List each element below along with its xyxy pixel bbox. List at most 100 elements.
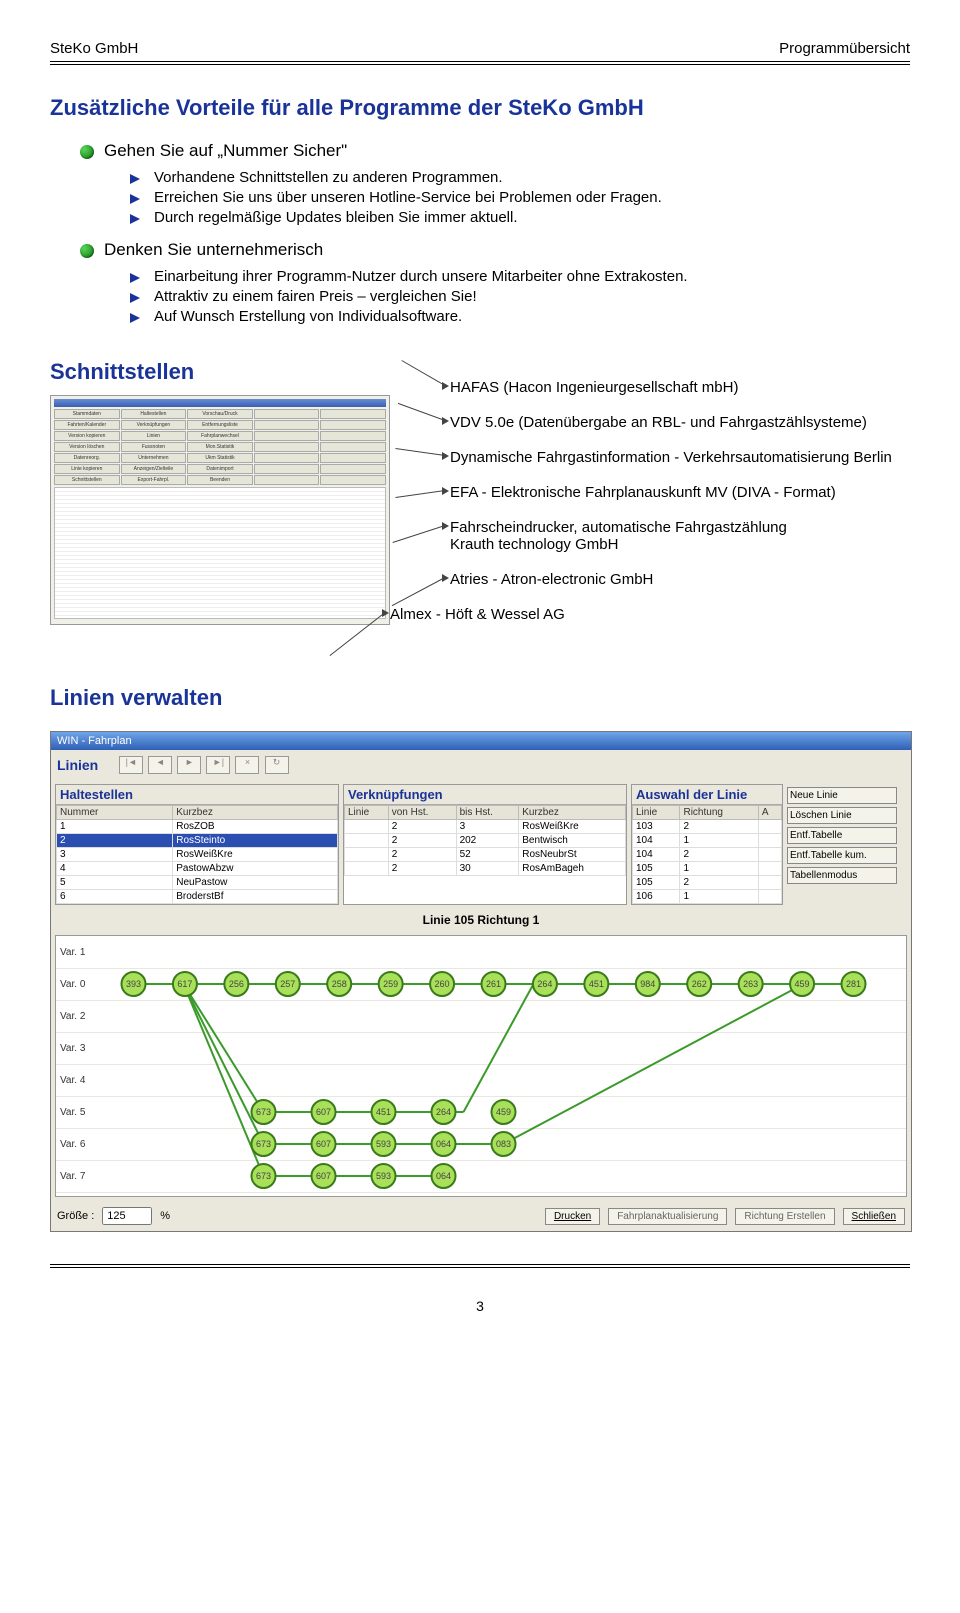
table-row: 1061 (633, 890, 782, 904)
schliessen-button[interactable]: Schließen (843, 1208, 905, 1225)
header-right: Programmübersicht (779, 40, 910, 57)
svg-text:459: 459 (795, 979, 810, 989)
nav-next-button[interactable]: ► (177, 756, 201, 774)
svg-text:673: 673 (256, 1139, 271, 1149)
auswahl-panel: Auswahl der Linie LinieRichtungA 1032 10… (631, 784, 783, 905)
graph-svg: 3936172562572582592602612644519842622634… (111, 936, 896, 1196)
page-number: 3 (50, 1298, 910, 1314)
table-row: 2RosSteinto (57, 834, 338, 848)
nav-last-button[interactable]: ►| (206, 756, 230, 774)
svg-text:607: 607 (316, 1171, 331, 1181)
bottom-bar: Größe : % Drucken Fahrplanaktualisierung… (51, 1201, 911, 1231)
table-row: 252RosNeubrSt (345, 848, 626, 862)
svg-text:607: 607 (316, 1139, 331, 1149)
verknuepfungen-panel: Verknüpfungen Linievon Hst.bis Hst.Kurzb… (343, 784, 627, 905)
arrow-item: Durch regelmäßige Updates bleiben Sie im… (130, 209, 910, 226)
variant-graph: Var. 1 Var. 0 Var. 2 Var. 3 Var. 4 Var. … (55, 935, 907, 1197)
loeschen-linie-button[interactable]: Löschen Linie (787, 807, 897, 824)
linien-app-window: WIN - Fahrplan Linien |◄ ◄ ► ►| × ↻ Halt… (50, 731, 912, 1232)
arrow-item: Attraktiv zu einem fairen Preis – vergle… (130, 288, 910, 305)
fahrplan-button[interactable]: Fahrplanaktualisierung (608, 1208, 727, 1225)
globe-icon (80, 145, 94, 159)
nav-prev-button[interactable]: ◄ (148, 756, 172, 774)
haltestellen-panel: Haltestellen NummerKurzbez 1RosZOB 2RosS… (55, 784, 339, 905)
svg-text:593: 593 (376, 1171, 391, 1181)
svg-text:064: 064 (436, 1171, 451, 1181)
panel-title: Haltestellen (56, 785, 338, 805)
svg-text:607: 607 (316, 1107, 331, 1117)
window-title: WIN - Fahrplan (51, 732, 911, 750)
graph-title: Linie 105 Richtung 1 (51, 909, 911, 931)
haltestellen-table[interactable]: NummerKurzbez 1RosZOB 2RosSteinto 3RosWe… (56, 805, 338, 904)
nav-refresh-button[interactable]: ↻ (265, 756, 289, 774)
nav-bar: Linien |◄ ◄ ► ►| × ↻ (51, 750, 911, 780)
richtung-button[interactable]: Richtung Erstellen (735, 1208, 834, 1225)
table-row: 230RosAmBageh (345, 862, 626, 876)
table-row: 5NeuPastow (57, 876, 338, 890)
panel-title: Auswahl der Linie (632, 785, 782, 805)
svg-text:257: 257 (280, 979, 295, 989)
svg-text:258: 258 (332, 979, 347, 989)
svg-text:264: 264 (436, 1107, 451, 1117)
section-schnittstellen: Schnittstellen (50, 359, 390, 385)
svg-text:264: 264 (537, 979, 552, 989)
nav-buttons: |◄ ◄ ► ►| × ↻ (118, 756, 289, 774)
neue-linie-button[interactable]: Neue Linie (787, 787, 897, 804)
table-row: 1RosZOB (57, 820, 338, 834)
svg-text:984: 984 (640, 979, 655, 989)
table-row: 1032 (633, 820, 782, 834)
table-row: 6BroderstBf (57, 890, 338, 904)
interface-item: EFA - Elektronische Fahrplanauskunft MV … (450, 484, 910, 501)
arrow-item: Erreichen Sie uns über unseren Hotline-S… (130, 189, 910, 206)
globe-item-2: Denken Sie unternehmerisch (80, 240, 910, 260)
interface-item: VDV 5.0e (Datenübergabe an RBL- und Fahr… (450, 414, 910, 431)
interface-item: Dynamische Fahrgastinformation - Verkehr… (450, 449, 910, 466)
side-buttons-panel: Neue Linie Löschen Linie Entf.Tabelle En… (787, 784, 907, 905)
svg-text:393: 393 (126, 979, 141, 989)
entf-tabelle-kum-button[interactable]: Entf.Tabelle kum. (787, 847, 897, 864)
svg-text:593: 593 (376, 1139, 391, 1149)
verknuepfungen-table[interactable]: Linievon Hst.bis Hst.Kurzbez 23RosWeißKr… (344, 805, 626, 876)
size-input[interactable] (102, 1207, 152, 1225)
thumb-titlebar (54, 399, 386, 407)
globe-text-1: Gehen Sie auf „Nummer Sicher" (104, 141, 347, 161)
svg-text:259: 259 (383, 979, 398, 989)
table-row: 23RosWeißKre (345, 820, 626, 834)
drucken-button[interactable]: Drucken (545, 1208, 600, 1225)
svg-text:459: 459 (496, 1107, 511, 1117)
entf-tabelle-button[interactable]: Entf.Tabelle (787, 827, 897, 844)
svg-text:617: 617 (177, 979, 192, 989)
table-row: 1041 (633, 834, 782, 848)
interface-item: HAFAS (Hacon Ingenieurgesellschaft mbH) (450, 379, 910, 396)
sublist-2: Einarbeitung ihrer Programm-Nutzer durch… (130, 268, 910, 325)
arrow-item: Einarbeitung ihrer Programm-Nutzer durch… (130, 268, 910, 285)
svg-text:673: 673 (256, 1171, 271, 1181)
app-thumbnail: StammdatenHaltestellenVorschau/Druck Fah… (50, 395, 390, 625)
arrow-item: Auf Wunsch Erstellung von Individualsoft… (130, 308, 910, 325)
svg-text:262: 262 (692, 979, 707, 989)
interfaces-list: HAFAS (Hacon Ingenieurgesellschaft mbH) … (410, 339, 910, 721)
arrow-item: Vorhandene Schnittstellen zu anderen Pro… (130, 169, 910, 186)
svg-text:263: 263 (743, 979, 758, 989)
interface-item: Almex - Höft & Wessel AG (390, 606, 910, 623)
pct-label: % (160, 1210, 170, 1222)
svg-text:261: 261 (486, 979, 501, 989)
auswahl-table[interactable]: LinieRichtungA 1032 1041 1042 1051 1052 … (632, 805, 782, 904)
globe-icon (80, 244, 94, 258)
nav-cancel-button[interactable]: × (235, 756, 259, 774)
svg-text:260: 260 (435, 979, 450, 989)
svg-text:256: 256 (229, 979, 244, 989)
globe-item-1: Gehen Sie auf „Nummer Sicher" (80, 141, 910, 161)
globe-text-2: Denken Sie unternehmerisch (104, 240, 323, 260)
svg-text:064: 064 (436, 1139, 451, 1149)
table-row: 1042 (633, 848, 782, 862)
tabellenmodus-button[interactable]: Tabellenmodus (787, 867, 897, 884)
svg-text:083: 083 (496, 1139, 511, 1149)
table-row: 2202Bentwisch (345, 834, 626, 848)
nav-first-button[interactable]: |◄ (119, 756, 143, 774)
header-left: SteKo GmbH (50, 40, 138, 57)
sublist-1: Vorhandene Schnittstellen zu anderen Pro… (130, 169, 910, 226)
table-row: 4PastowAbzw (57, 862, 338, 876)
size-label: Größe : (57, 1210, 94, 1222)
page-header: SteKo GmbH Programmübersicht (50, 40, 910, 57)
